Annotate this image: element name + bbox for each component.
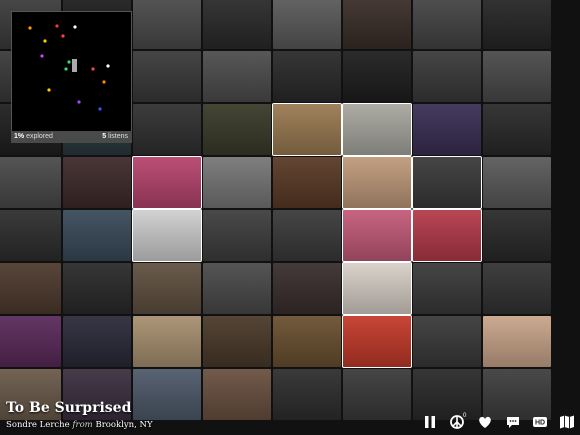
minimap-footer: 1% explored 5 listens (11, 131, 132, 143)
listens-stat: 5 listens (102, 133, 128, 140)
photo-tile[interactable] (273, 0, 341, 49)
pause-button[interactable] (420, 412, 440, 432)
photo-tile[interactable] (0, 210, 61, 261)
photo-tile[interactable] (483, 104, 551, 155)
song-meta: Sondre Lerche from Brooklyn, NY (6, 420, 153, 430)
photo-tile[interactable] (343, 104, 411, 155)
photo-tile[interactable] (133, 369, 201, 420)
from-label: from (72, 420, 93, 430)
peace-button[interactable]: 0 (447, 412, 467, 432)
map-button[interactable] (557, 412, 577, 432)
photo-tile[interactable] (0, 263, 61, 314)
photo-tile[interactable] (483, 157, 551, 208)
minimap-cursor (72, 59, 77, 72)
photo-tile[interactable] (483, 0, 551, 49)
photo-tile[interactable] (133, 316, 201, 367)
photo-tile[interactable] (483, 263, 551, 314)
peace-count: 0 (463, 413, 467, 419)
photo-tile[interactable] (63, 316, 131, 367)
minimap-canvas (28, 24, 110, 111)
photo-tile[interactable] (203, 157, 271, 208)
photo-tile[interactable] (343, 316, 411, 367)
photo-tile[interactable] (203, 263, 271, 314)
photo-tile[interactable] (343, 157, 411, 208)
minimap-dot (67, 60, 71, 64)
photo-tile[interactable] (0, 316, 61, 367)
photo-tile[interactable] (63, 157, 131, 208)
photo-tile[interactable] (413, 0, 481, 49)
peace-icon: 0 (450, 413, 467, 429)
photo-tile[interactable] (413, 51, 481, 102)
minimap-dot (28, 26, 32, 30)
photo-tile[interactable] (203, 51, 271, 102)
photo-tile[interactable] (343, 263, 411, 314)
minimap-dot (73, 25, 77, 29)
minimap-dot (98, 107, 102, 111)
minimap-dot (43, 39, 47, 43)
minimap-dot (47, 88, 51, 92)
photo-tile[interactable] (133, 210, 201, 261)
photo-tile[interactable] (483, 51, 551, 102)
photo-tile[interactable] (63, 210, 131, 261)
pause-icon (425, 416, 435, 428)
photo-tile[interactable] (413, 263, 481, 314)
explore-minimap[interactable] (11, 11, 132, 133)
photo-tile[interactable] (343, 369, 411, 420)
explored-stat: 1% explored (14, 133, 53, 140)
photo-tile[interactable] (0, 157, 61, 208)
comments-button[interactable] (503, 412, 523, 432)
photo-tile[interactable] (203, 210, 271, 261)
artist-location[interactable]: Brooklyn, NY (95, 420, 152, 430)
minimap-dot (61, 34, 65, 38)
minimap-dot (91, 67, 95, 71)
photo-tile[interactable] (413, 157, 481, 208)
photo-tile[interactable] (203, 104, 271, 155)
photo-tile[interactable] (273, 51, 341, 102)
hd-label: HD (535, 420, 545, 427)
minimap-dot (102, 80, 106, 84)
photo-tile[interactable] (63, 263, 131, 314)
photo-tile[interactable] (273, 316, 341, 367)
photo-tile[interactable] (343, 0, 411, 49)
favorite-button[interactable] (475, 412, 495, 432)
photo-tile[interactable] (343, 51, 411, 102)
photo-tile[interactable] (133, 51, 201, 102)
photo-tile[interactable] (203, 316, 271, 367)
hd-toggle-button[interactable]: HD (530, 412, 550, 432)
minimap-dot (77, 100, 81, 104)
minimap-dot (40, 54, 44, 58)
photo-tile[interactable] (133, 157, 201, 208)
photo-tile[interactable] (273, 104, 341, 155)
photo-tile[interactable] (203, 369, 271, 420)
photo-tile[interactable] (273, 263, 341, 314)
minimap-dot (64, 67, 68, 71)
photo-tile[interactable] (133, 0, 201, 49)
minimap-dot (55, 24, 59, 28)
photo-tile[interactable] (133, 104, 201, 155)
photo-tile[interactable] (483, 316, 551, 367)
photo-tile[interactable] (273, 369, 341, 420)
photo-tile[interactable] (133, 263, 201, 314)
minimap-dot (106, 64, 110, 68)
photo-tile[interactable] (413, 104, 481, 155)
map-icon (560, 415, 574, 429)
artist-name[interactable]: Sondre Lerche (6, 420, 70, 430)
speech-bubble-icon (507, 417, 519, 428)
photo-tile[interactable] (203, 0, 271, 49)
photo-tile[interactable] (273, 210, 341, 261)
photo-tile[interactable] (413, 316, 481, 367)
song-title[interactable]: To Be Surprised (6, 400, 131, 416)
photo-tile[interactable] (273, 157, 341, 208)
heart-icon (479, 416, 491, 428)
photo-tile[interactable] (413, 210, 481, 261)
hd-icon: HD (533, 417, 547, 427)
photo-tile[interactable] (483, 210, 551, 261)
photo-tile[interactable] (343, 210, 411, 261)
